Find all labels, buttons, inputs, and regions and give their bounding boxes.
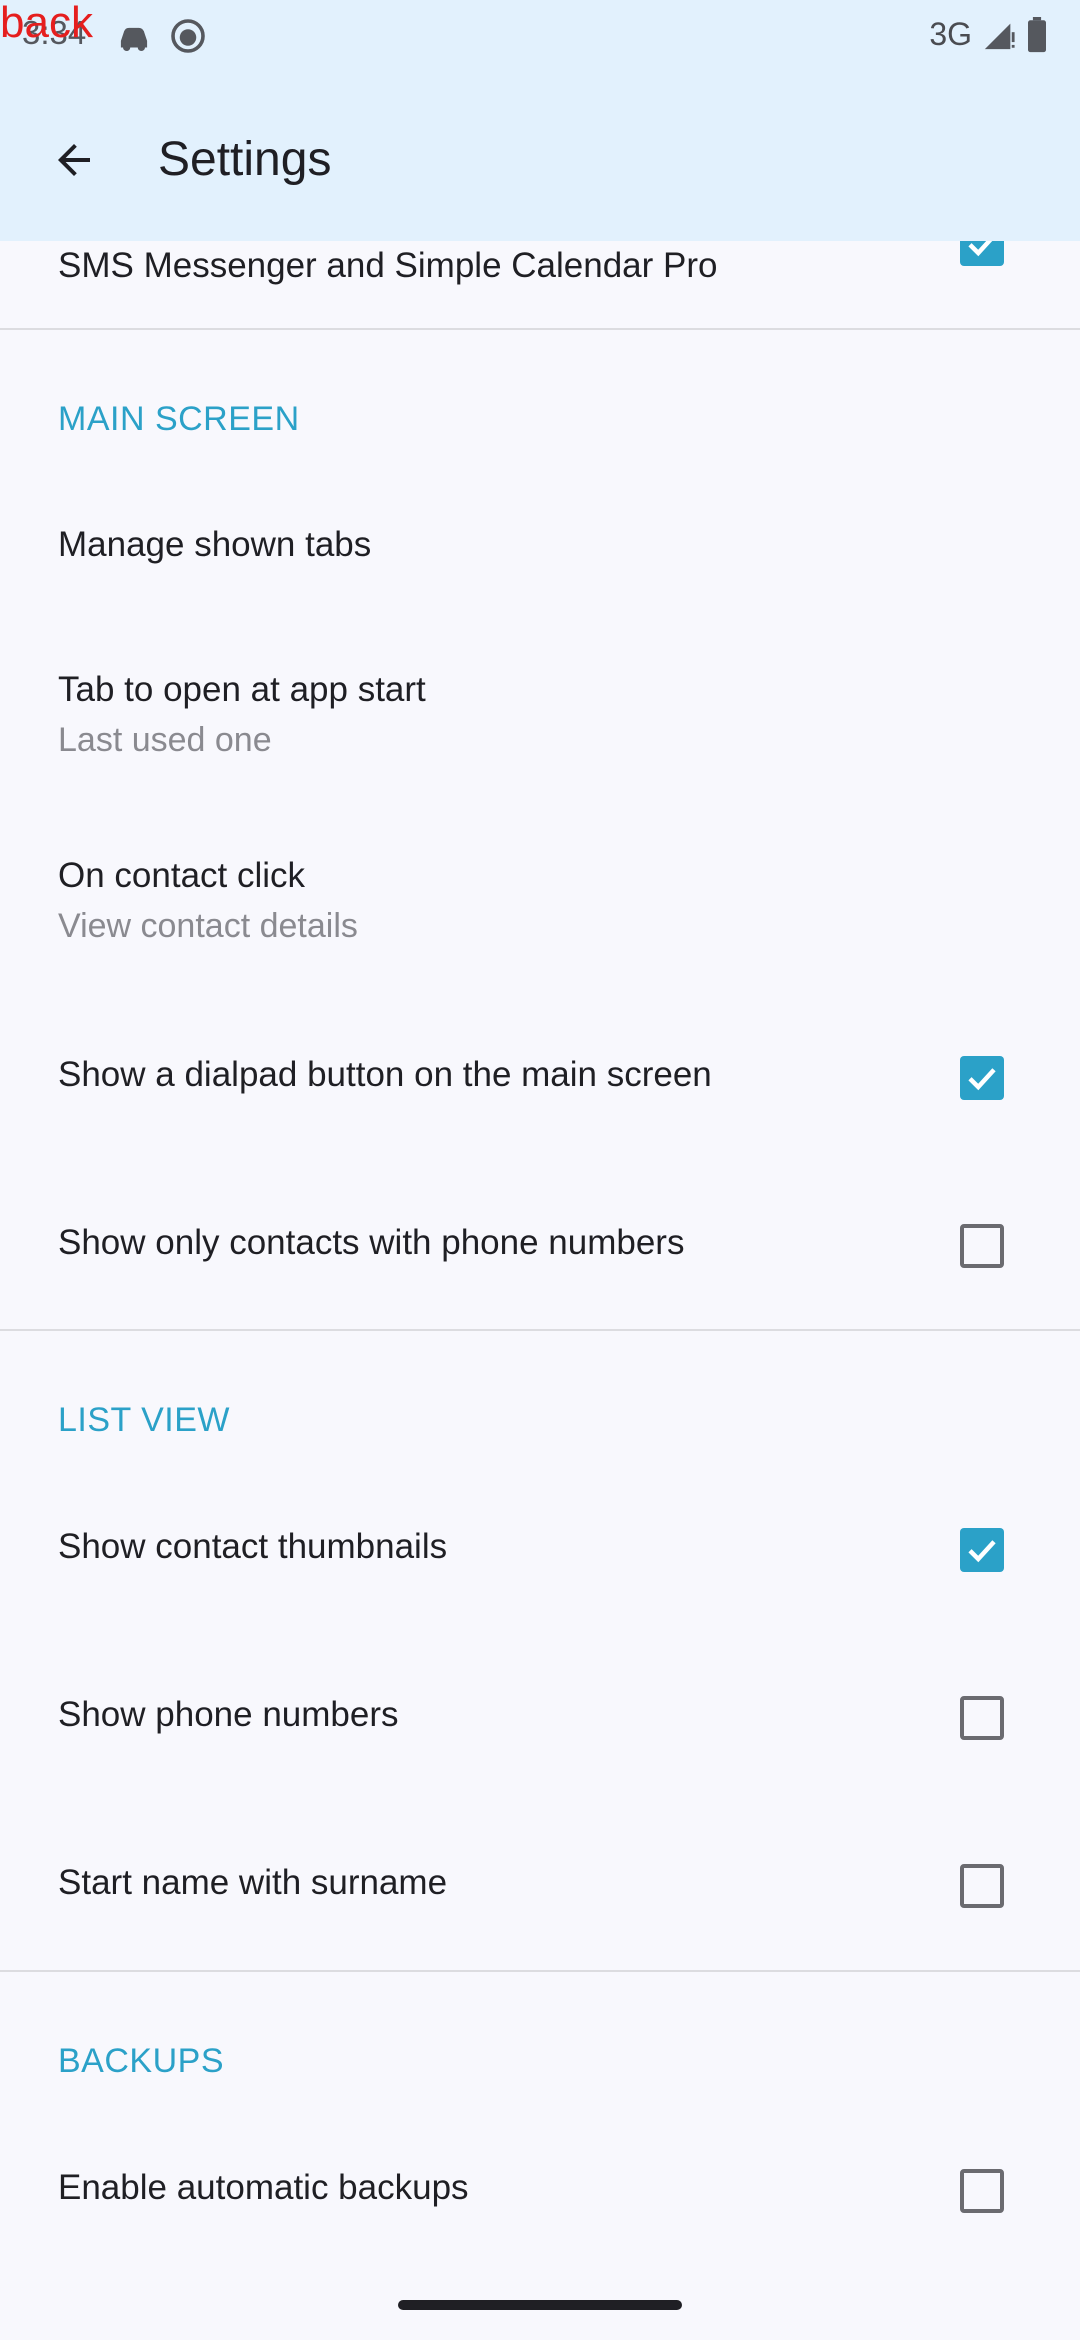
checkbox-unchecked[interactable] [960,1696,1004,1740]
back-button[interactable] [34,120,114,200]
settings-item-label: Manage shown tabs [58,525,372,564]
page-title: Settings [158,133,332,186]
checkbox-unchecked[interactable] [960,1224,1004,1268]
toolbar: Settings [0,100,1080,220]
settings-list[interactable]: SMS Messenger and Simple Calendar Pro MA… [0,0,1080,2340]
checkbox-checked[interactable] [960,1056,1004,1100]
section-header-main-screen: MAIN SCREEN [58,400,300,438]
robot-icon [171,19,205,53]
battery-icon [1028,16,1046,52]
arrow-back-icon [58,144,90,176]
car-icon [120,27,148,52]
home-indicator[interactable] [398,2300,682,2310]
settings-item-thumbnails[interactable]: Show contact thumbnails [0,1482,1080,1622]
settings-item-value: View contact details [58,907,358,945]
settings-item-label: Show only contacts with phone numbers [58,1223,685,1262]
settings-item-label: Show a dialpad button on the main screen [58,1055,712,1094]
divider [0,1970,1080,1972]
settings-item-label: Enable automatic backups [58,2168,469,2207]
settings-item-auto-backups[interactable]: Enable automatic backups [0,2123,1080,2263]
settings-item-dialpad[interactable]: Show a dialpad button on the main screen [0,1010,1080,1150]
system-icons: 3G [929,16,1048,53]
settings-item-label: Show contact thumbnails [58,1527,448,1566]
settings-item-surname[interactable]: Start name with surname [0,1818,1080,1958]
settings-item-value: Last used one [58,721,272,759]
checkbox-checked[interactable] [960,1528,1004,1572]
settings-item-label: On contact click [58,856,306,895]
network-type-label: 3G [929,16,972,52]
settings-item-phone-numbers[interactable]: Show phone numbers [0,1650,1080,1790]
settings-item-label: Tab to open at app start [58,670,426,709]
settings-item-label: Show phone numbers [58,1695,399,1734]
checkbox-unchecked[interactable] [960,2169,1004,2213]
back-overlay-label: back [0,0,93,47]
settings-item-manage-tabs[interactable]: Manage shown tabs [0,480,1080,610]
status-bar: 3:34 back 3G [0,0,1080,72]
signal-icon [984,23,1015,49]
settings-item-tab-start[interactable]: Tab to open at app start Last used one [0,640,1080,800]
checkbox-unchecked[interactable] [960,1864,1004,1908]
settings-item-label: Start name with surname [58,1863,448,1902]
app-bar: 3:34 back 3G Settings [0,0,1080,241]
notification-icons [114,18,206,54]
section-header-backups: BACKUPS [58,2042,224,2080]
divider [0,1329,1080,1331]
divider [0,328,1080,330]
settings-item-label: SMS Messenger and Simple Calendar Pro [58,246,718,285]
settings-item-contact-click[interactable]: On contact click View contact details [0,826,1080,986]
settings-item-only-phone[interactable]: Show only contacts with phone numbers [0,1178,1080,1318]
section-header-list-view: LIST VIEW [58,1401,231,1439]
